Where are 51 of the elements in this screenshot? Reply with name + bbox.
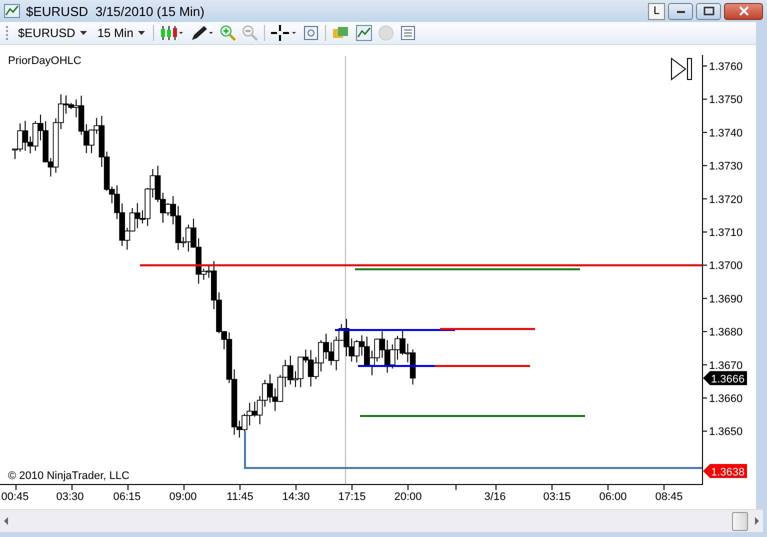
price-marker: 1.3638	[703, 464, 747, 479]
minimize-button[interactable]	[668, 2, 693, 20]
close-icon	[738, 6, 750, 16]
time-axis-label: 17:15	[338, 491, 366, 503]
time-axis-label: 20:00	[394, 491, 422, 503]
price-axis-label: 1.3700	[709, 260, 743, 272]
indicator-label: PriorDayOHLC	[8, 55, 82, 67]
scroll-end-icon[interactable]	[671, 58, 692, 80]
time-axis-label: 03:30	[56, 491, 84, 503]
price-axis-label: 1.3730	[709, 160, 743, 173]
crosshair-icon[interactable]	[271, 25, 298, 41]
price-axis-label: 1.3680	[709, 326, 743, 339]
time-axis-label: 08:45	[655, 491, 683, 503]
price-axis-label: 1.3760	[709, 61, 743, 73]
time-axis-label: 00:45	[1, 491, 29, 503]
price-axis-label: 1.3650	[709, 426, 743, 438]
candlestick-icon[interactable]	[160, 25, 184, 41]
caret-icon	[80, 31, 88, 35]
folders-icon[interactable]	[332, 25, 350, 41]
time-axis-label: 11:45	[226, 491, 254, 503]
price-marker: 1.3666	[703, 371, 747, 386]
instrument-dropdown[interactable]: $EURUSD	[16, 26, 90, 40]
time-axis-label: 03:15	[543, 491, 571, 503]
maximize-icon	[702, 6, 714, 16]
time-axis-label: 06:15	[113, 491, 141, 503]
copyright-text: © 2010 NinjaTrader, LLC	[8, 470, 130, 482]
interval-dropdown[interactable]: 15 Min	[95, 26, 148, 40]
time-axis-label: 14:30	[282, 491, 310, 503]
scroll-thumb[interactable]	[732, 512, 748, 531]
price-axis-label: 1.3750	[709, 94, 743, 106]
minimize-icon	[676, 8, 686, 14]
table-icon[interactable]	[400, 25, 416, 41]
time-axis-label: 06:00	[599, 491, 627, 503]
price-axis-label: 1.3740	[709, 127, 743, 140]
time-axis-label: 3/16	[484, 491, 506, 503]
properties-icon[interactable]	[303, 25, 320, 41]
price-axis-label: 1.3720	[709, 194, 743, 206]
time-axis-label: 09:00	[169, 491, 197, 503]
price-axis-label: 1.3690	[709, 293, 743, 306]
link-button[interactable]: L	[648, 2, 665, 20]
close-button[interactable]	[724, 2, 763, 20]
price-axis-label: 1.3670	[709, 360, 743, 372]
price-axis-label: 1.3710	[709, 227, 743, 239]
window-title: $EURUSD 3/15/2010 (15 Min)	[26, 4, 204, 18]
price-axis-label: 1.3660	[709, 393, 743, 405]
maximize-button[interactable]	[696, 2, 721, 20]
pencil-icon[interactable]	[190, 25, 214, 41]
chart-icon[interactable]	[356, 25, 372, 41]
zoom-in-icon[interactable]	[220, 25, 236, 41]
chart-icon	[4, 4, 20, 18]
caret-icon	[138, 31, 146, 35]
